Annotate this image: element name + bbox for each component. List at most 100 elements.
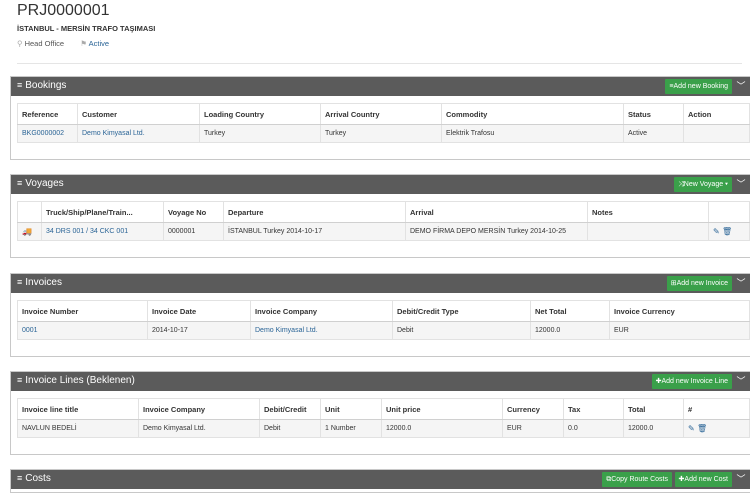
list-icon: ≡: [17, 80, 23, 90]
booking-loading-country: Turkey: [199, 124, 321, 143]
project-status[interactable]: Active: [89, 39, 109, 48]
chevron-down-icon[interactable]: ﹀: [736, 277, 746, 289]
project-office: Head Office: [24, 39, 65, 48]
project-meta: ⚲ Head Office ⚑ Active: [17, 39, 109, 48]
voyage-number: 0000001: [163, 222, 224, 241]
add-invoice-button[interactable]: ⊞Add new Invoice: [666, 276, 732, 291]
col-line-actions: #: [683, 398, 750, 420]
col-notes: Notes: [587, 201, 709, 223]
col-line-company: Invoice Company: [138, 398, 260, 420]
col-net-total: Net Total: [530, 300, 610, 322]
trash-icon[interactable]: 🗑: [722, 227, 732, 236]
booking-arrival-country: Turkey: [320, 124, 442, 143]
col-customer: Customer: [77, 103, 200, 125]
invoices-table: Invoice Number Invoice Date Invoice Comp…: [17, 300, 750, 340]
col-line-unit-price: Unit price: [381, 398, 503, 420]
chevron-down-icon[interactable]: ﹀: [736, 375, 746, 387]
bookings-panel: ≡ Bookings ≡Add new Booking ﹀ Reference C…: [10, 76, 750, 160]
map-pin-icon: ⚲: [17, 39, 23, 48]
booking-customer-link[interactable]: Demo Kimyasal Ltd.: [77, 124, 200, 143]
table-row: NAVLUN BEDELİ Demo Kimyasal Ltd. Debit 1…: [17, 419, 750, 438]
table-header-row: Reference Customer Loading Country Arriv…: [17, 103, 750, 125]
invoice-date: 2014-10-17: [147, 321, 251, 340]
flag-icon: ⚑: [80, 39, 87, 48]
header-divider: [17, 63, 742, 64]
list-icon: ≡: [17, 178, 23, 188]
invoices-panel-header: ≡ Invoices ⊞Add new Invoice ﹀: [11, 274, 750, 293]
new-voyage-button[interactable]: ⤨New Voyage ▾: [674, 177, 732, 192]
col-invoice-number: Invoice Number: [17, 300, 148, 322]
voyage-actions: ✎ 🗑: [708, 222, 750, 241]
invoice-lines-table: Invoice line title Invoice Company Debit…: [17, 398, 750, 438]
costs-panel-header: ≡ Costs ⧉Copy Route Costs ✚Add new Cost ﹀: [11, 470, 750, 489]
invoices-panel: ≡ Invoices ⊞Add new Invoice ﹀ Invoice Num…: [10, 273, 750, 357]
col-line-debit-credit: Debit/Credit: [259, 398, 321, 420]
col-loading-country: Loading Country: [199, 103, 321, 125]
project-code: PRJ0000001: [17, 2, 110, 19]
voyages-panel: ≡ Voyages ⤨New Voyage ▾ ﹀ Truck/Ship/Plan…: [10, 174, 750, 258]
col-line-title: Invoice line title: [17, 398, 139, 420]
truck-icon: 🚚: [17, 222, 42, 241]
voyage-vehicle-link[interactable]: 34 DRS 001 / 34 CKC 001: [41, 222, 164, 241]
invoice-number-link[interactable]: 0001: [17, 321, 148, 340]
voyage-notes: [587, 222, 709, 241]
invoice-currency: EUR: [609, 321, 750, 340]
col-action: Action: [683, 103, 750, 125]
voyage-departure: İSTANBUL Turkey 2014-10-17: [223, 222, 406, 241]
booking-action: [683, 124, 750, 143]
costs-panel: ≡ Costs ⧉Copy Route Costs ✚Add new Cost ﹀: [10, 469, 750, 493]
bookings-title: ≡ Bookings: [17, 80, 67, 91]
col-line-unit: Unit: [320, 398, 382, 420]
list-icon: ≡: [17, 375, 23, 385]
line-tax: 0.0: [563, 419, 624, 438]
add-invoice-line-button[interactable]: ✚Add new Invoice Line: [651, 374, 732, 389]
col-voyage-actions: [708, 201, 750, 223]
booking-reference-link[interactable]: BKG0000002: [17, 124, 78, 143]
edit-icon[interactable]: ✎: [688, 424, 695, 433]
invoice-lines-panel: ≡ Invoice Lines (Beklenen) ✚Add new Invoi…: [10, 371, 750, 455]
table-header-row: Invoice Number Invoice Date Invoice Comp…: [17, 300, 750, 322]
voyages-panel-header: ≡ Voyages ⤨New Voyage ▾ ﹀: [11, 175, 750, 194]
voyages-table: Truck/Ship/Plane/Train... Voyage No Depa…: [17, 201, 750, 241]
edit-icon[interactable]: ✎: [713, 227, 720, 236]
line-currency: EUR: [502, 419, 564, 438]
col-invoice-company: Invoice Company: [250, 300, 393, 322]
costs-title: ≡ Costs: [17, 473, 51, 484]
chevron-down-icon[interactable]: ﹀: [736, 178, 746, 190]
table-row: 🚚 34 DRS 001 / 34 CKC 001 0000001 İSTANB…: [17, 222, 750, 241]
table-header-row: Invoice line title Invoice Company Debit…: [17, 398, 750, 420]
line-title: NAVLUN BEDELİ: [17, 419, 139, 438]
col-commodity: Commodity: [441, 103, 624, 125]
col-line-total: Total: [623, 398, 684, 420]
list-icon: ≡: [17, 277, 23, 287]
add-cost-button[interactable]: ✚Add new Cost: [674, 472, 732, 487]
copy-route-costs-button[interactable]: ⧉Copy Route Costs: [602, 472, 672, 487]
invoice-type: Debit: [392, 321, 531, 340]
booking-status: Active: [623, 124, 684, 143]
line-unit-price: 12000.0: [381, 419, 503, 438]
line-total: 12000.0: [623, 419, 684, 438]
bookings-table: Reference Customer Loading Country Arriv…: [17, 103, 750, 143]
trash-icon[interactable]: 🗑: [697, 424, 707, 433]
voyages-title: ≡ Voyages: [17, 178, 64, 189]
invoices-title: ≡ Invoices: [17, 277, 62, 288]
col-invoice-currency: Invoice Currency: [609, 300, 750, 322]
line-company: Demo Kimyasal Ltd.: [138, 419, 260, 438]
col-status: Status: [623, 103, 684, 125]
chevron-down-icon[interactable]: ﹀: [736, 473, 746, 485]
col-line-tax: Tax: [563, 398, 624, 420]
table-header-row: Truck/Ship/Plane/Train... Voyage No Depa…: [17, 201, 750, 223]
col-voyage-no: Voyage No: [163, 201, 224, 223]
chevron-down-icon[interactable]: ﹀: [736, 80, 746, 92]
project-name: İSTANBUL - MERSİN TRAFO TAŞIMASI: [17, 24, 156, 33]
list-icon: ≡: [17, 473, 23, 483]
add-booking-button[interactable]: ≡Add new Booking: [665, 79, 732, 94]
invoice-lines-title: ≡ Invoice Lines (Beklenen): [17, 375, 135, 386]
col-vehicle-type: [17, 201, 42, 223]
invoice-company-link[interactable]: Demo Kimyasal Ltd.: [250, 321, 393, 340]
col-arrival-country: Arrival Country: [320, 103, 442, 125]
col-debit-credit-type: Debit/Credit Type: [392, 300, 531, 322]
line-actions: ✎ 🗑: [683, 419, 750, 438]
line-unit: 1 Number: [320, 419, 382, 438]
col-invoice-date: Invoice Date: [147, 300, 251, 322]
